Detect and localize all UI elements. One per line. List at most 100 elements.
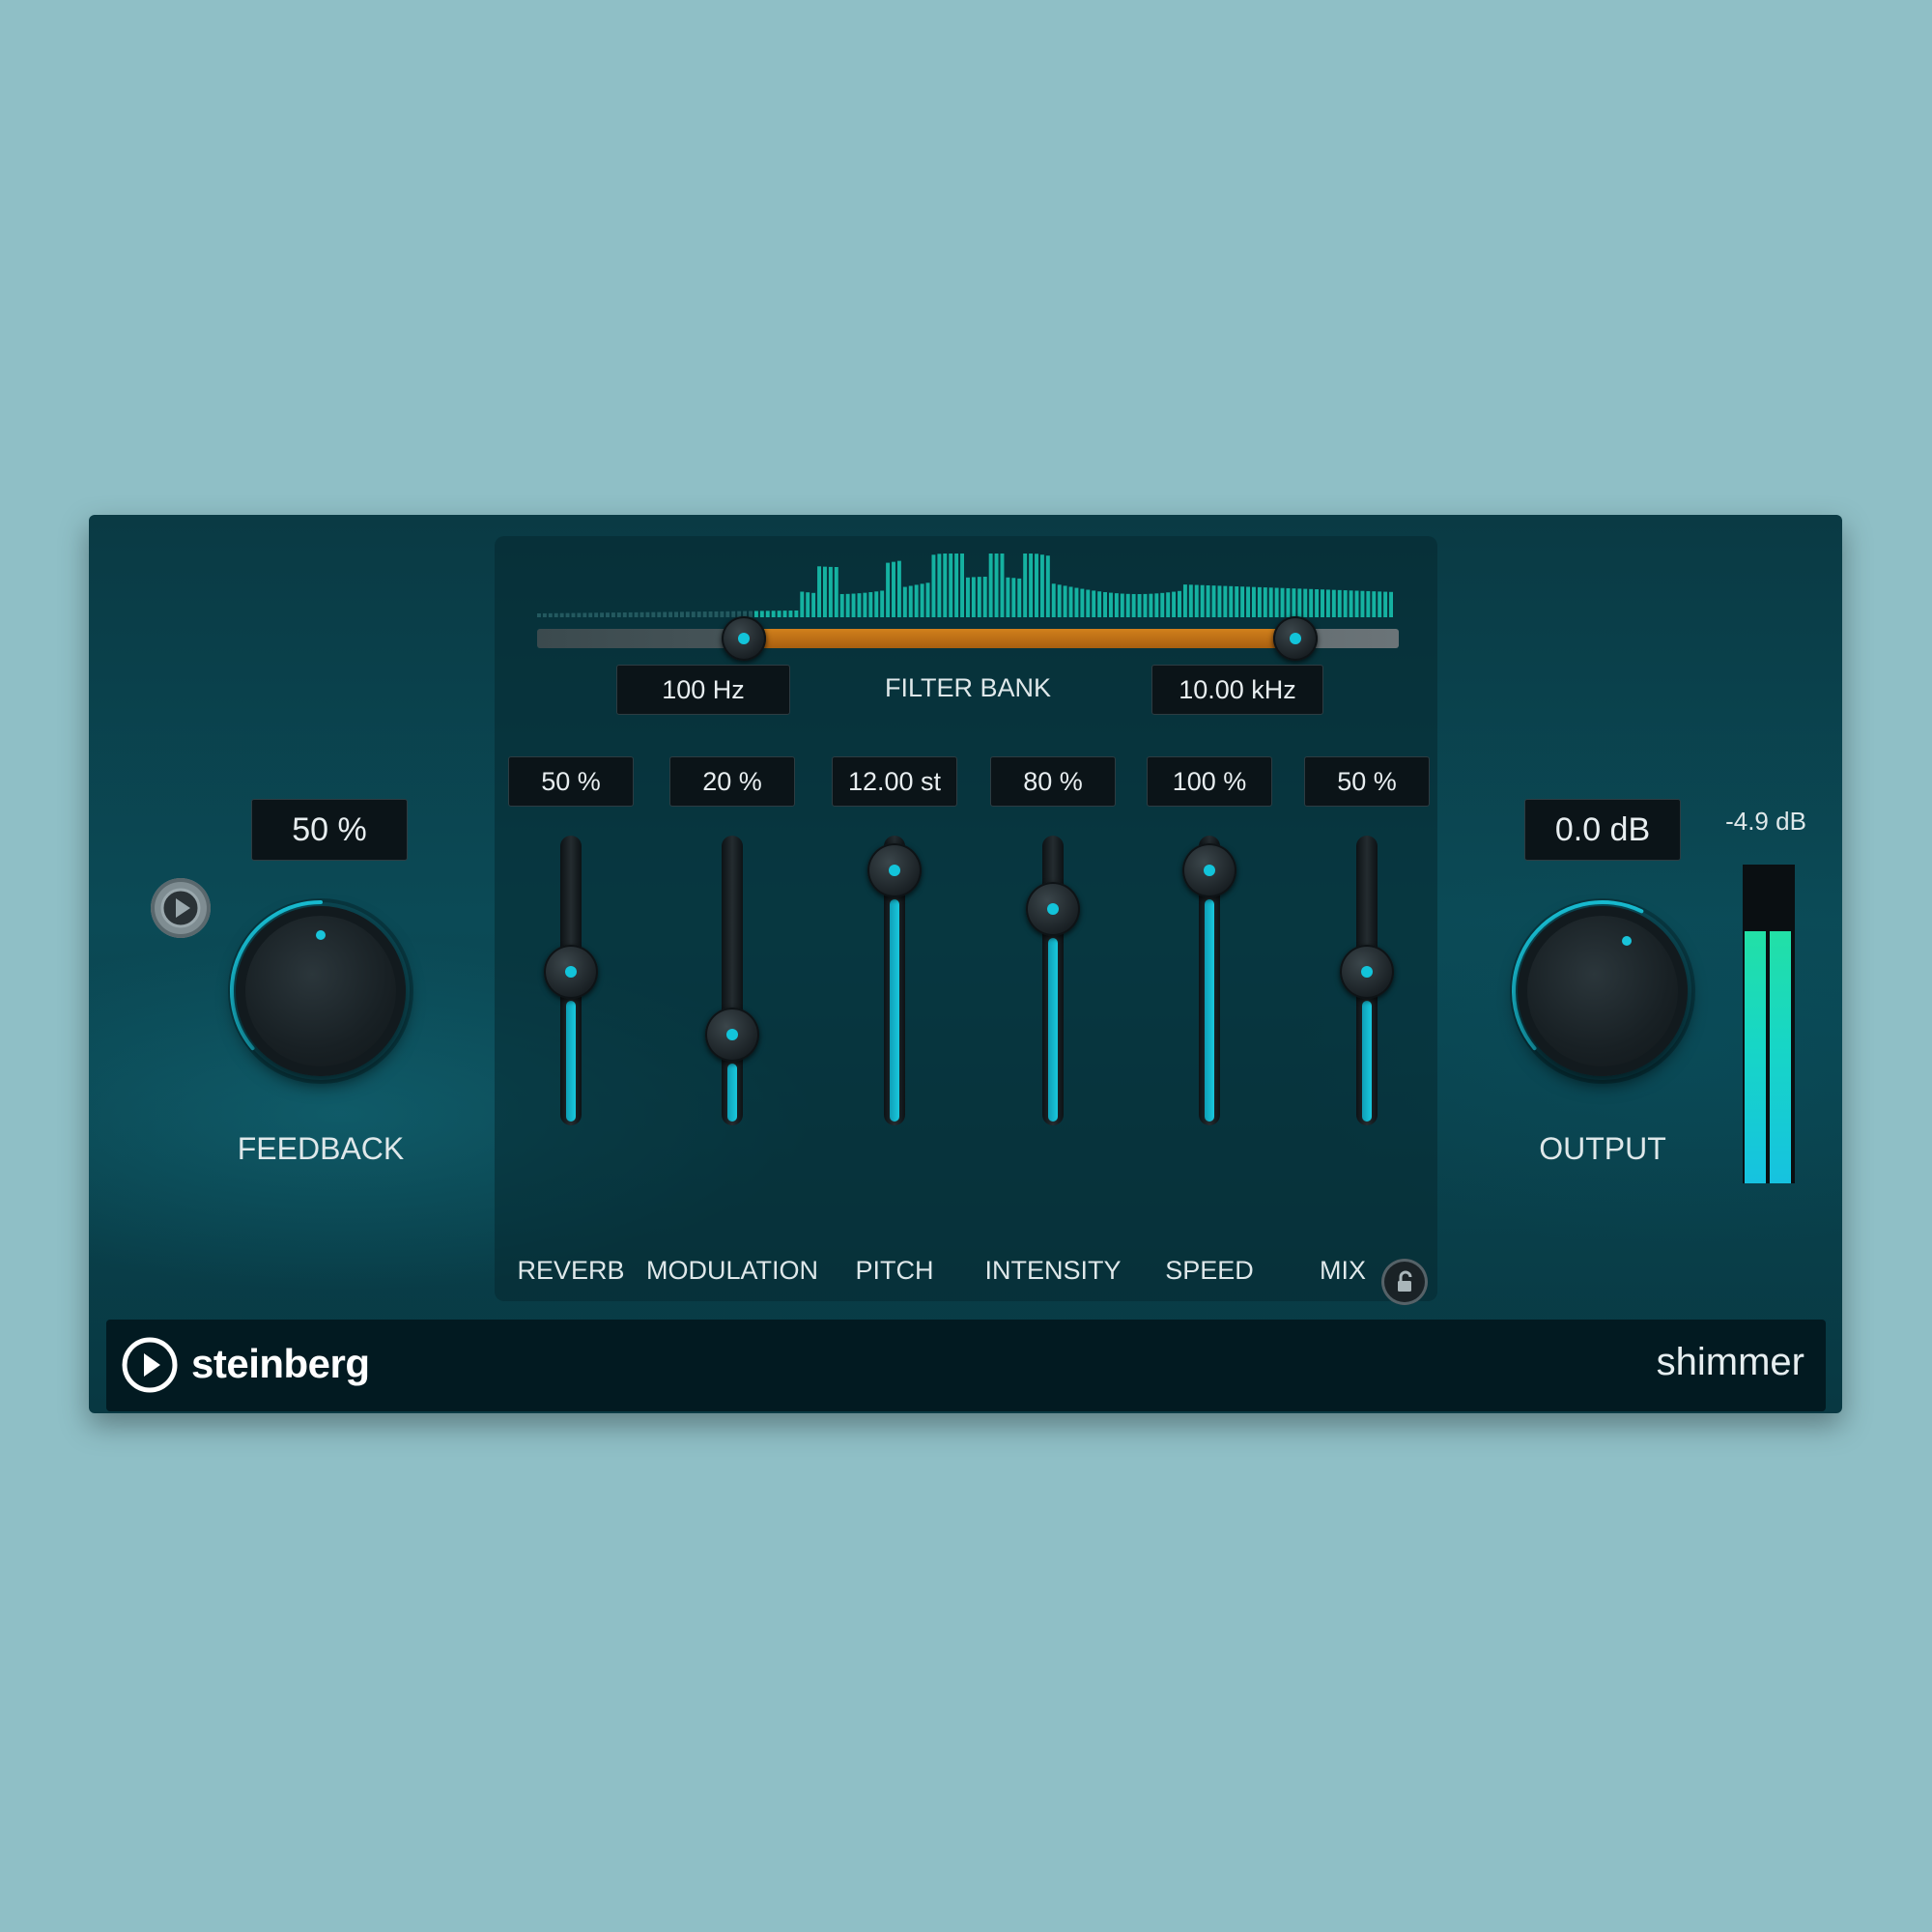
spectrum-bar <box>559 612 564 617</box>
spectrum-bar <box>896 560 901 617</box>
speed-value-field[interactable]: 100 % <box>1147 756 1272 807</box>
spectrum-bar <box>1200 584 1205 617</box>
filter-high-value-field[interactable]: 10.00 kHz <box>1151 665 1323 715</box>
reverb-value-field[interactable]: 50 % <box>508 756 634 807</box>
spectrum-bar <box>1045 555 1050 617</box>
spectrum-bar <box>537 613 541 617</box>
modulation-value-field[interactable]: 20 % <box>669 756 795 807</box>
spectrum-bar <box>1366 590 1371 617</box>
mix-slider[interactable] <box>1304 836 1430 1154</box>
mix-lock-button[interactable] <box>1381 1259 1428 1305</box>
spectrum-bar <box>1035 554 1038 617</box>
speed-slider-handle[interactable] <box>1182 843 1236 897</box>
feedback-knob[interactable] <box>224 895 417 1088</box>
modulation-slider[interactable] <box>669 836 795 1154</box>
modulation-label: MODULATION <box>645 1256 818 1285</box>
spectrum-bar <box>753 611 758 617</box>
spectrum-bar <box>806 592 810 617</box>
spectrum-bar <box>982 577 987 617</box>
spectrum-bar <box>874 591 879 617</box>
spectrum-bar <box>1383 591 1388 617</box>
modulation-slider-handle[interactable] <box>705 1008 759 1062</box>
output-level-meter <box>1743 865 1795 1183</box>
spectrum-bar <box>914 584 919 617</box>
spectrum-bar <box>954 554 959 617</box>
spectrum-bar <box>1178 590 1181 617</box>
brand-name: steinberg <box>191 1341 370 1386</box>
spectrum-bar <box>1378 591 1382 617</box>
intensity-value-field[interactable]: 80 % <box>990 756 1116 807</box>
spectrum-bar <box>1154 593 1159 617</box>
plugin-window: 50 % FEEDBACK 100 Hz FILTER BANK 10.00 k… <box>89 515 1842 1413</box>
filter-low-value-field[interactable]: 100 Hz <box>616 665 790 715</box>
spectrum-bar <box>548 612 553 617</box>
spectrum-bar <box>988 554 993 617</box>
intensity-slider-handle[interactable] <box>1026 882 1080 936</box>
meter-left-bar <box>1745 931 1766 1183</box>
spectrum-bar <box>1114 593 1119 617</box>
filter-low-handle[interactable] <box>722 616 767 661</box>
spectrum-bar <box>1389 591 1393 617</box>
spectrum-bar <box>725 611 730 617</box>
center-panel: 100 Hz FILTER BANK 10.00 kHz 50 % REVERB 2… <box>495 536 1437 1305</box>
spectrum-bar <box>868 592 873 617</box>
spectrum-bar <box>1280 587 1285 617</box>
spectrum-bar <box>628 611 633 617</box>
spectrum-bar <box>771 611 776 617</box>
spectrum-bar <box>994 554 999 617</box>
footer-bar: steinberg shimmer <box>106 1320 1826 1411</box>
output-indicator-dot <box>1622 935 1633 946</box>
play-button[interactable] <box>151 878 211 938</box>
pitch-slider[interactable] <box>832 836 957 1154</box>
reverb-slider-handle[interactable] <box>544 945 598 999</box>
spectrum-bar <box>1172 591 1177 617</box>
spectrum-bar <box>1217 585 1222 617</box>
spectrum-bar <box>708 611 713 617</box>
spectrum-bar <box>1303 588 1308 617</box>
reverb-slider[interactable] <box>508 836 634 1154</box>
spectrum-bar <box>1331 589 1336 617</box>
spectrum-bar <box>925 582 930 617</box>
intensity-slider[interactable] <box>990 836 1116 1154</box>
spectrum-bar <box>811 592 816 617</box>
speed-slider[interactable] <box>1147 836 1272 1154</box>
spectrum-bar <box>1354 590 1359 617</box>
spectrum-bar <box>1286 587 1291 617</box>
spectrum-bar <box>668 611 673 617</box>
spectrum-bar <box>696 611 701 617</box>
spectrum-bar <box>651 611 656 617</box>
spectrum-bar <box>1325 589 1330 617</box>
filter-range-slider[interactable] <box>537 616 1399 661</box>
pitch-value-field[interactable]: 12.00 st <box>832 756 957 807</box>
spectrum-bar <box>565 612 570 617</box>
output-label: OUTPUT <box>1539 1131 1666 1166</box>
mix-value-field[interactable]: 50 % <box>1304 756 1430 807</box>
spectrum-display <box>537 554 1393 617</box>
spectrum-bar <box>1206 584 1210 617</box>
spectrum-bar <box>828 566 833 617</box>
spectrum-bar <box>1211 585 1216 617</box>
spectrum-bar <box>949 554 953 617</box>
spectrum-bar <box>839 593 844 617</box>
spectrum-bar <box>1023 554 1028 617</box>
play-circle-icon <box>160 888 201 928</box>
spectrum-bar <box>1000 554 1005 617</box>
spectrum-bar <box>1372 591 1377 617</box>
pitch-slider-handle[interactable] <box>867 843 922 897</box>
spectrum-bar <box>931 554 936 617</box>
output-value-field[interactable]: 0.0 dB <box>1524 799 1681 861</box>
spectrum-bar <box>611 612 615 617</box>
spectrum-bar <box>1131 593 1136 617</box>
filter-high-handle[interactable] <box>1272 616 1318 661</box>
spectrum-bar <box>823 566 827 617</box>
spectrum-bar <box>817 566 821 617</box>
spectrum-bar <box>1343 590 1348 617</box>
spectrum-bar <box>1103 591 1107 617</box>
output-knob[interactable] <box>1506 895 1699 1088</box>
feedback-value-field[interactable]: 50 % <box>251 799 408 861</box>
spectrum-bar <box>1051 583 1056 617</box>
spectrum-bar <box>714 611 719 617</box>
mix-slider-handle[interactable] <box>1340 945 1394 999</box>
spectrum-bar <box>1257 586 1262 617</box>
spectrum-bar <box>1349 590 1353 617</box>
